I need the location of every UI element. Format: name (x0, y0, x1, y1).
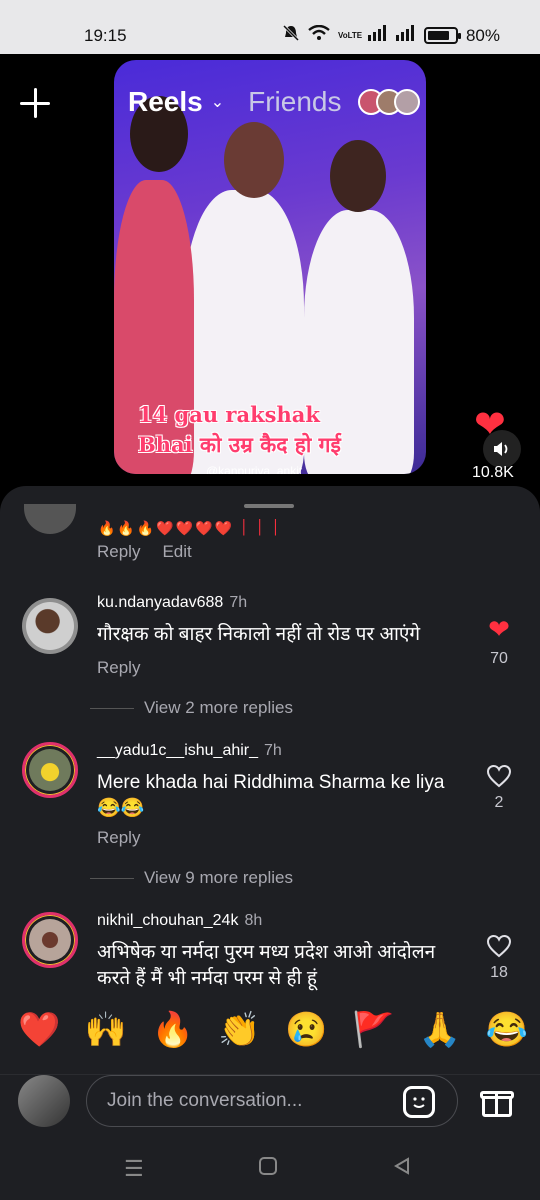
comment-time: 7h (264, 742, 282, 759)
avatar-photo (29, 919, 71, 961)
avatar[interactable] (22, 598, 78, 654)
wifi-icon (308, 24, 330, 46)
view-more-replies[interactable]: View 2 more replies (90, 698, 293, 718)
like-count: 70 (490, 650, 508, 667)
tab-friends[interactable]: Friends (248, 86, 341, 118)
comment-text: Mere khada hai Riddhima Sharma ke liya 😂… (97, 772, 445, 819)
avatar (393, 89, 420, 115)
comment-text: अभिषेक या नर्मदा पुरम मध्य प्रदेश आओ आंद… (97, 942, 436, 989)
comment-text: गौरक्षक को बाहर निकालो नहीं तो रोड पर आए… (97, 624, 421, 645)
avatar (18, 1075, 70, 1127)
comment-text: 🔥🔥🔥❤️❤️❤️❤️ ׀ ׀ ׀ (98, 520, 282, 536)
username[interactable]: __yadu1c__ishu_ahir_ (97, 742, 258, 759)
status-bar: 19:15 VoLTE 80% (0, 0, 540, 54)
plus-icon[interactable] (18, 86, 52, 120)
reel-caption-overlay: 14 gau rakshak Bhai को उम्र कैद हो गई (138, 400, 408, 460)
heart-outline-icon[interactable] (482, 934, 516, 962)
sticker-icon[interactable] (403, 1086, 435, 1118)
reel-area: 14 gau rakshak Bhai को उम्र कैद हो गई @k… (0, 54, 540, 494)
like-count: 2 (494, 794, 504, 811)
chevron-down-icon[interactable]: ⌄ (211, 92, 224, 112)
top-tabs: Reels ⌄ Friends (128, 86, 420, 118)
status-icons: VoLTE 80% (282, 24, 500, 47)
avatar[interactable] (22, 912, 78, 968)
avatar-photo (29, 749, 71, 791)
comment-like[interactable]: ❤ 70 (482, 616, 516, 668)
friends-avatars[interactable] (357, 89, 420, 115)
username[interactable]: ku.ndanyadav688 (97, 594, 223, 611)
comment-placeholder: Join the conversation... (107, 1090, 303, 1111)
reel-likes-count: 10.8K (472, 464, 514, 481)
back-icon[interactable] (392, 1156, 412, 1182)
heart-outline-icon[interactable] (482, 764, 516, 792)
reply-button[interactable]: Reply (97, 542, 140, 562)
reply-button[interactable]: Reply (97, 658, 140, 678)
comment-like[interactable]: 18 (482, 934, 516, 982)
volte-icon: VoLTE (337, 30, 363, 40)
drag-handle[interactable] (244, 504, 294, 508)
overlay-line-2: Bhai को उम्र कैद हो गई (138, 432, 341, 457)
avatar-photo (26, 602, 74, 650)
avatar (24, 504, 76, 534)
reaction-clap[interactable]: 👏 (218, 1010, 260, 1050)
comment-username[interactable]: ku.ndanyadav688 7h (97, 594, 247, 612)
reaction-heart[interactable]: ❤️ (18, 1010, 60, 1050)
gift-ribbon (495, 1091, 498, 1117)
reaction-fire[interactable]: 🔥 (152, 1010, 194, 1050)
tab-reels[interactable]: Reels (128, 86, 203, 118)
avatar[interactable] (22, 742, 78, 798)
comment-actions: Reply Edit (97, 542, 192, 562)
heart-icon[interactable]: ❤ (482, 616, 516, 642)
comment-input[interactable]: Join the conversation... (86, 1075, 458, 1127)
reaction-cry[interactable]: 😢 (285, 1010, 327, 1050)
gift-icon[interactable] (480, 1085, 514, 1117)
like-count: 18 (490, 964, 508, 981)
watermark: @kanpuriya_ankit (206, 464, 303, 474)
person-head (224, 122, 284, 198)
signal-icon-1 (367, 25, 388, 46)
reaction-bar: ❤️ 🙌 🔥 👏 😢 🚩 🙏 😂 (18, 1010, 528, 1050)
comment-username[interactable]: nikhil_chouhan_24k 8h (97, 912, 262, 930)
comment-time: 8h (244, 912, 263, 929)
comments-sheet: 🔥🔥🔥❤️❤️❤️❤️ ׀ ׀ ׀ Reply Edit ku.ndanyada… (0, 486, 540, 1134)
comment-like[interactable]: 2 (482, 764, 516, 812)
comment-time: 7h (229, 594, 248, 611)
battery-percent: 80% (465, 25, 500, 45)
person-head (330, 140, 386, 212)
battery-fill (427, 31, 449, 40)
mute-bell-icon (282, 24, 300, 47)
reaction-pray[interactable]: 🙏 (419, 1010, 461, 1050)
overlay-line-1: 14 gau rakshak (138, 402, 320, 427)
reel-video[interactable]: 14 gau rakshak Bhai को उम्र कैद हो गई @k… (114, 60, 426, 474)
username[interactable]: nikhil_chouhan_24k (97, 912, 238, 929)
menu-icon[interactable]: ☰ (124, 1156, 144, 1182)
speaker-icon[interactable] (483, 430, 521, 468)
comment-composer: Join the conversation... (0, 1074, 540, 1134)
system-nav-bar: ☰ (0, 1134, 540, 1200)
view-more-replies[interactable]: View 9 more replies (90, 868, 293, 888)
battery-icon (423, 27, 461, 44)
comment-username[interactable]: __yadu1c__ishu_ahir_ 7h (97, 742, 282, 760)
reaction-raised-hands[interactable]: 🙌 (85, 1010, 127, 1050)
home-icon[interactable] (258, 1156, 278, 1182)
reaction-laugh[interactable]: 😂 (486, 1010, 528, 1050)
edit-button[interactable]: Edit (162, 542, 191, 562)
clock: 19:15 (84, 26, 127, 45)
signal-icon-2 (395, 25, 416, 46)
reaction-flag[interactable]: 🚩 (352, 1010, 394, 1050)
reply-button[interactable]: Reply (97, 828, 140, 848)
